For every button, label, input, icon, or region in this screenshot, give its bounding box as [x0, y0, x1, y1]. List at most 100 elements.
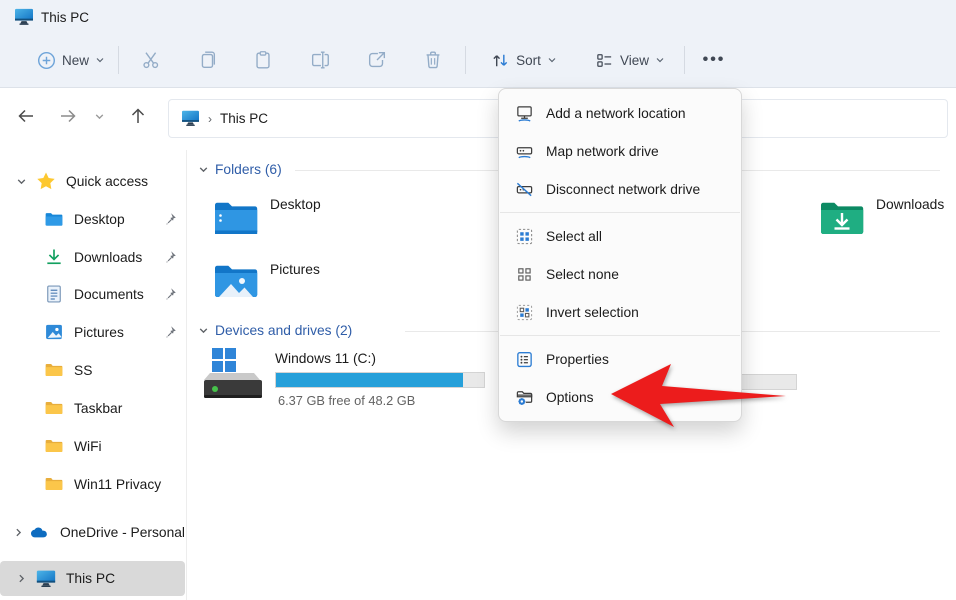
sidebar-item-ss[interactable]: SS [0, 355, 185, 385]
menu-item-select-all[interactable]: Select all [499, 217, 741, 255]
properties-icon [515, 350, 534, 369]
sidebar-item-downloads[interactable]: Downloads [0, 242, 185, 272]
chevron-down-icon[interactable] [6, 176, 36, 187]
group-title: Devices and drives (2) [215, 323, 352, 338]
drive-free-space: 6.37 GB free of 48.2 GB [278, 393, 415, 408]
copy-icon [196, 49, 218, 71]
pin-icon [163, 250, 177, 264]
sidebar-item-label: Taskbar [74, 401, 122, 416]
clipboard-icon [252, 49, 274, 71]
desktop-folder-icon [44, 209, 64, 229]
folder-tile-desktop[interactable]: Desktop [212, 193, 412, 245]
drive-tile-windows-c[interactable]: Windows 11 (C:) 6.37 GB free of 48.2 GB [202, 345, 492, 417]
menu-item-select-none[interactable]: Select none [499, 255, 741, 293]
folder-tile-downloads[interactable]: Downloads [818, 193, 956, 245]
sidebar-item-label: OneDrive - Personal [60, 525, 185, 540]
menu-separator [500, 335, 740, 336]
menu-item-map-network-drive[interactable]: Map network drive [499, 132, 741, 170]
rename-button[interactable] [300, 40, 340, 80]
select-all-icon [515, 227, 534, 246]
desktop-folder-icon [212, 194, 260, 242]
back-button[interactable] [8, 98, 44, 134]
share-icon [366, 49, 388, 71]
gear-icon [518, 397, 526, 405]
menu-item-options[interactable]: Options [499, 378, 741, 416]
disconnect-network-drive-icon [515, 180, 534, 199]
new-button[interactable]: New [24, 40, 118, 80]
downloads-folder-icon [818, 194, 866, 242]
window-title: This PC [41, 10, 89, 25]
chevron-right-icon[interactable] [6, 573, 36, 584]
hard-drive-icon [202, 345, 264, 407]
picture-icon [44, 322, 64, 342]
menu-item-label: Invert selection [546, 305, 639, 320]
sidebar-item-wifi[interactable]: WiFi [0, 431, 185, 461]
menu-item-label: Select none [546, 267, 619, 282]
network-location-icon [515, 104, 534, 123]
select-none-icon [515, 265, 534, 284]
invert-selection-icon [515, 303, 534, 322]
map-network-drive-icon [515, 142, 534, 161]
folder-icon [44, 436, 64, 456]
menu-item-label: Select all [546, 229, 602, 244]
menu-item-label: Properties [546, 352, 609, 367]
chevron-right-icon[interactable] [6, 527, 30, 538]
up-button[interactable] [120, 98, 156, 134]
sidebar-item-label: Quick access [66, 174, 148, 189]
folder-icon [44, 474, 64, 494]
sidebar-item-pictures[interactable]: Pictures [0, 317, 185, 347]
see-more-button[interactable]: ••• [692, 40, 736, 80]
folder-icon [44, 398, 64, 418]
folder-name: Downloads [876, 197, 944, 212]
navigation-bar: › This PC [0, 89, 956, 147]
folder-icon [44, 360, 64, 380]
copy-button[interactable] [187, 40, 227, 80]
toolbar-divider [465, 46, 466, 74]
menu-item-properties[interactable]: Properties [499, 340, 741, 378]
delete-button[interactable] [413, 40, 453, 80]
paste-button[interactable] [243, 40, 283, 80]
plus-circle-icon [37, 51, 56, 70]
view-button[interactable]: View [582, 40, 678, 80]
sidebar-item-documents[interactable]: Documents [0, 279, 185, 309]
arrow-right-icon [58, 106, 78, 126]
menu-item-add-network-location[interactable]: Add a network location [499, 94, 741, 132]
scissors-icon [140, 49, 162, 71]
chevron-down-icon [95, 55, 105, 65]
share-button[interactable] [357, 40, 397, 80]
sidebar-item-desktop[interactable]: Desktop [0, 204, 185, 234]
onedrive-cloud-icon [30, 522, 50, 542]
folders-group-header[interactable]: Folders (6) [198, 162, 282, 177]
sidebar-item-label: Documents [74, 287, 144, 302]
capacity-bar-fill [276, 373, 463, 387]
forward-button[interactable] [50, 98, 86, 134]
drives-group-header[interactable]: Devices and drives (2) [198, 323, 352, 338]
see-more-context-menu: Add a network location Map network drive… [498, 88, 742, 422]
chevron-down-icon [198, 164, 209, 175]
sidebar-item-this-pc[interactable]: This PC [0, 561, 185, 596]
folder-tile-pictures[interactable]: Pictures [212, 256, 412, 308]
menu-item-disconnect-network-drive[interactable]: Disconnect network drive [499, 170, 741, 208]
sidebar-item-label: This PC [66, 571, 115, 586]
sidebar-item-taskbar[interactable]: Taskbar [0, 393, 185, 423]
folder-name: Pictures [270, 262, 320, 277]
sidebar-item-label: WiFi [74, 439, 102, 454]
recent-locations-button[interactable] [86, 98, 112, 134]
sidebar-item-win11-privacy[interactable]: Win11 Privacy [0, 469, 185, 499]
document-icon [44, 284, 64, 304]
menu-item-label: Options [546, 390, 594, 405]
capacity-bar [275, 372, 485, 388]
menu-item-invert-selection[interactable]: Invert selection [499, 293, 741, 331]
pictures-folder-icon [212, 257, 260, 305]
sidebar-item-quick-access[interactable]: Quick access [0, 166, 185, 196]
chevron-down-icon [198, 325, 209, 336]
sidebar-item-onedrive[interactable]: OneDrive - Personal [0, 517, 185, 547]
cut-button[interactable] [131, 40, 171, 80]
menu-item-label: Disconnect network drive [546, 182, 700, 197]
this-pc-icon [181, 110, 200, 127]
pin-icon [163, 287, 177, 301]
sort-button[interactable]: Sort [478, 40, 570, 80]
this-pc-icon [14, 8, 34, 26]
window-header: This PC New [0, 0, 956, 88]
breadcrumb[interactable]: This PC [220, 111, 268, 126]
